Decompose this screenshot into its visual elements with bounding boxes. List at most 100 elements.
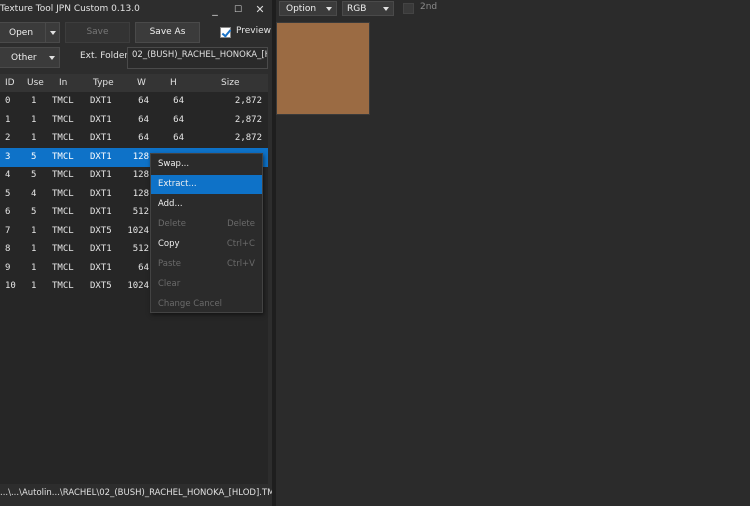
cell-in: TMCL bbox=[52, 262, 74, 273]
menu-item-label: Add... bbox=[158, 199, 183, 209]
cell-h: 64 bbox=[173, 96, 184, 106]
chevron-down-icon bbox=[383, 7, 389, 11]
channel-select[interactable]: RGB bbox=[342, 1, 394, 16]
cell-w: 128 bbox=[132, 151, 149, 162]
cell-id: 1 bbox=[5, 114, 11, 125]
cell-in: TMCL bbox=[52, 188, 74, 199]
other-label: Other bbox=[11, 53, 37, 63]
maximize-button[interactable]: ☐ bbox=[229, 2, 247, 18]
cell-w: 1024 bbox=[127, 281, 149, 291]
chevron-down-icon bbox=[326, 7, 332, 11]
cell-use: 1 bbox=[31, 114, 37, 125]
chevron-down-icon bbox=[49, 55, 55, 60]
cell-in: TMCL bbox=[52, 151, 74, 162]
cell-w: 128 bbox=[132, 170, 149, 180]
cell-size: 2,872 bbox=[234, 133, 262, 143]
save-as-button[interactable]: Save As bbox=[135, 22, 200, 43]
cell-type: DXT5 bbox=[90, 225, 112, 236]
window-title: Texture Tool JPN Custom 0.13.0 bbox=[0, 4, 140, 14]
open-button[interactable]: Open bbox=[0, 22, 60, 43]
minimize-button[interactable]: _ bbox=[206, 2, 224, 18]
cell-w: 512 bbox=[132, 207, 149, 217]
menu-item-extract[interactable]: Extract... bbox=[151, 175, 262, 194]
cell-in: TMCL bbox=[52, 281, 74, 291]
menu-item-copy[interactable]: Copy Ctrl+C bbox=[151, 235, 262, 254]
cell-use: 5 bbox=[31, 151, 37, 162]
save-button[interactable]: Save bbox=[65, 22, 130, 43]
ext-folder-field[interactable]: 02_(BUSH)_RACHEL_HONOKA_[HLOD] bbox=[127, 47, 268, 69]
cell-in: TMCL bbox=[52, 225, 74, 236]
cell-id: 6 bbox=[5, 207, 11, 217]
cell-use: 5 bbox=[31, 170, 37, 180]
menu-item-paste[interactable]: Paste Ctrl+V bbox=[151, 255, 262, 274]
menu-item-shortcut: Delete bbox=[227, 219, 255, 229]
column-header-type[interactable]: Type bbox=[93, 78, 114, 88]
open-label: Open bbox=[9, 28, 34, 38]
menu-item-label: Clear bbox=[158, 279, 181, 289]
column-header-size[interactable]: Size bbox=[221, 78, 239, 88]
option-label: Option bbox=[286, 4, 317, 14]
chevron-down-icon bbox=[49, 30, 56, 35]
close-button[interactable]: ✕ bbox=[251, 2, 269, 18]
menu-item-delete[interactable]: Delete Delete bbox=[151, 215, 262, 234]
cell-use: 1 bbox=[31, 244, 37, 254]
cell-use: 5 bbox=[31, 207, 37, 217]
preview-label: Preview bbox=[236, 26, 272, 36]
second-label: 2nd bbox=[420, 2, 438, 12]
cell-type: DXT5 bbox=[90, 281, 112, 291]
cell-use: 4 bbox=[31, 188, 37, 199]
cell-id: 10 bbox=[5, 281, 16, 291]
cell-w: 128 bbox=[132, 188, 149, 199]
cell-type: DXT1 bbox=[90, 133, 112, 143]
column-header-in[interactable]: In bbox=[59, 78, 67, 88]
cell-w: 64 bbox=[138, 114, 149, 125]
menu-item-label: Paste bbox=[158, 259, 181, 269]
title-bar: Texture Tool JPN Custom 0.13.0 _ ☐ ✕ bbox=[0, 0, 272, 20]
cell-h: 64 bbox=[173, 133, 184, 143]
cell-type: DXT1 bbox=[90, 244, 112, 254]
menu-item-add[interactable]: Add... bbox=[151, 195, 262, 214]
table-row[interactable]: 1 1 TMCL DXT1 64 64 2,872 bbox=[0, 111, 268, 130]
cell-id: 0 bbox=[5, 96, 11, 106]
table-row[interactable]: 0 1 TMCL DXT1 64 64 2,872 bbox=[0, 92, 268, 111]
other-dropdown-arrow[interactable] bbox=[45, 48, 59, 67]
other-button[interactable]: Other bbox=[0, 47, 60, 68]
cell-use: 1 bbox=[31, 133, 37, 143]
status-path: ...\...\Autolin...\RACHEL\02_(BUSH)_RACH… bbox=[0, 488, 281, 498]
column-header-id[interactable]: ID bbox=[5, 78, 15, 88]
cell-use: 1 bbox=[31, 96, 37, 106]
cell-in: TMCL bbox=[52, 96, 74, 106]
cell-in: TMCL bbox=[52, 207, 74, 217]
column-header-use[interactable]: Use bbox=[27, 78, 44, 88]
cell-use: 1 bbox=[31, 225, 37, 236]
cell-w: 512 bbox=[132, 244, 149, 254]
menu-item-clear[interactable]: Clear bbox=[151, 275, 262, 294]
preview-checkbox[interactable] bbox=[220, 27, 231, 38]
table-row[interactable]: 2 1 TMCL DXT1 64 64 2,872 bbox=[0, 129, 268, 148]
cell-in: TMCL bbox=[52, 244, 74, 254]
menu-item-swap[interactable]: Swap... bbox=[151, 155, 262, 174]
cell-id: 8 bbox=[5, 244, 11, 254]
column-header-w[interactable]: W bbox=[137, 78, 146, 88]
menu-item-label: Delete bbox=[158, 219, 186, 229]
menu-item-change-cancel[interactable]: Change Cancel bbox=[151, 295, 262, 314]
column-header-h[interactable]: H bbox=[170, 78, 177, 88]
cell-id: 9 bbox=[5, 262, 11, 273]
menu-item-label: Change Cancel bbox=[158, 299, 223, 309]
cell-type: DXT1 bbox=[90, 96, 112, 106]
cell-in: TMCL bbox=[52, 114, 74, 125]
context-menu: Swap... Extract... Add... Delete Delete Copy C… bbox=[150, 153, 263, 313]
menu-item-label: Swap... bbox=[158, 159, 190, 169]
cell-w: 64 bbox=[138, 262, 149, 273]
menu-item-label: Copy bbox=[158, 239, 180, 249]
menu-item-shortcut: Ctrl+V bbox=[226, 259, 255, 269]
cell-w: 1024 bbox=[127, 225, 149, 236]
open-dropdown-arrow[interactable] bbox=[45, 23, 59, 42]
cell-use: 1 bbox=[31, 281, 37, 291]
second-checkbox[interactable] bbox=[403, 3, 414, 14]
preview-pane: Option RGB 2nd bbox=[276, 0, 750, 506]
cell-id: 3 bbox=[5, 151, 11, 162]
option-dropdown[interactable]: Option bbox=[279, 1, 337, 16]
cell-w: 64 bbox=[138, 96, 149, 106]
ext-folder-label: Ext. Folder bbox=[80, 51, 129, 61]
